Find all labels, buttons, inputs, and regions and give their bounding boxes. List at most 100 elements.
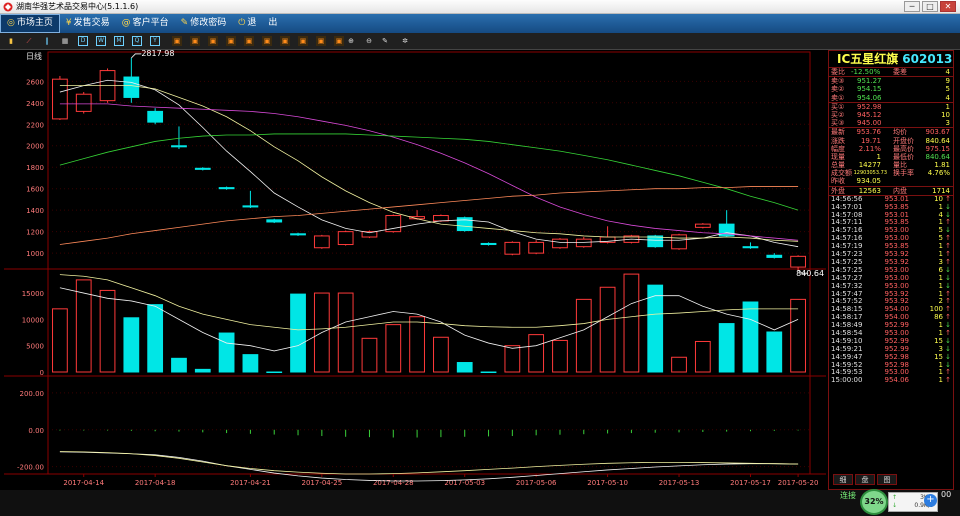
candle-icon[interactable]: ‖ <box>42 36 52 46</box>
quarter-period-icon[interactable]: Q <box>132 36 142 46</box>
ask-row: 卖③ 951.27 9 <box>829 77 953 85</box>
stat-value-2: 1.81 <box>934 161 950 170</box>
stat-value: 1 <box>876 152 881 161</box>
zoom-out-icon[interactable]: ⊖ <box>364 36 374 46</box>
bid-volume: 1 <box>945 102 950 111</box>
menu-bar: ◎ 市场主页 ¥ 发售交易 @ 客户平台 ✎ 修改密码 ⏻ 退出 <box>0 14 960 33</box>
candle-body <box>480 242 497 246</box>
settings-gear-icon[interactable]: ✲ <box>400 36 410 46</box>
menu-item-2[interactable]: @ 客户平台 <box>116 14 175 33</box>
macd-tick-label: 200.00 <box>20 390 45 398</box>
menu-item-1[interactable]: ¥ 发售交易 <box>60 14 116 33</box>
indicator-4-icon[interactable]: ▣ <box>226 36 236 46</box>
app-logo-icon <box>3 2 13 12</box>
candle-body <box>242 205 259 208</box>
stat-row: 涨跌 19.71 开盘价 840.64 <box>829 137 953 145</box>
candle-body <box>313 235 330 249</box>
tick-time: 15:00:00 <box>831 376 863 385</box>
volume-bar <box>266 371 283 373</box>
year-period-icon[interactable]: Y <box>150 36 160 46</box>
menu-item-0[interactable]: ◎ 市场主页 <box>0 14 60 33</box>
x-tick-label: 2017-05-10 <box>587 479 628 487</box>
stat-label-2: 最高价 <box>893 144 914 153</box>
stat-row: 最新 953.76 均价 903.67 <box>829 128 953 136</box>
vma-line-vma5 <box>59 287 799 352</box>
volume-bar <box>290 293 306 373</box>
bid-label: 买③ <box>831 119 845 128</box>
indicator-1-icon[interactable]: ▣ <box>172 36 182 46</box>
stat-label: 现量 <box>831 152 845 161</box>
grid-icon[interactable]: ▦ <box>60 36 70 46</box>
ask-row: 卖② 954.15 5 <box>829 85 953 93</box>
kline-chart[interactable]: 日线 2600 2400 2200 2000 1800 1600 1400 1200 1000 15… <box>4 50 826 490</box>
menu-item-label: 出 <box>268 18 278 28</box>
panel-tab-2[interactable]: 图 <box>877 474 897 485</box>
indicator-6-icon[interactable]: ▣ <box>262 36 272 46</box>
bar-chart-icon[interactable]: ▮ <box>6 36 16 46</box>
stat-row: 成交额 12903053.73 换手率 4.76% <box>829 169 953 177</box>
week-period-icon[interactable]: W <box>96 36 106 46</box>
indicator-5-icon[interactable]: ▣ <box>244 36 254 46</box>
price-tick-label: 1000 <box>26 250 44 258</box>
zoom-in-icon[interactable]: ⊕ <box>346 36 356 46</box>
price-tick-label: 2600 <box>26 78 44 86</box>
panel-tab-1[interactable]: 盘 <box>855 474 875 485</box>
plus-button[interactable]: + <box>924 494 937 507</box>
candle-body <box>218 187 235 190</box>
line-chart-icon[interactable]: ⟋ <box>24 36 34 46</box>
stat-value-2: 903.67 <box>925 128 951 137</box>
stock-name: IC五星红旗 <box>837 52 899 66</box>
candle-body <box>171 145 187 148</box>
maximize-button[interactable]: □ <box>922 1 938 12</box>
weibi-label: 委比 <box>831 68 845 76</box>
stock-header: IC五星红旗 602013 <box>829 51 953 68</box>
price-tick-label: 1400 <box>26 207 44 215</box>
stat-value: 14277 <box>858 161 881 170</box>
volume-bar <box>171 357 187 373</box>
ask-label: 卖③ <box>831 77 845 86</box>
month-period-icon[interactable]: M <box>114 36 124 46</box>
bid-row: 买① 952.98 1 <box>829 103 953 111</box>
panel-tab-0[interactable]: 细 <box>833 474 853 485</box>
menu-item-5[interactable]: 出 <box>262 14 283 33</box>
volume-tick-label: 0 <box>40 369 44 377</box>
draw-icon[interactable]: ✎ <box>380 36 390 46</box>
ask-volume: 5 <box>945 85 950 94</box>
volume-bar <box>528 334 545 373</box>
candle-body <box>575 238 592 248</box>
indicator-3-icon[interactable]: ▣ <box>208 36 218 46</box>
quote-panel: IC五星红旗 602013 委比 -12.50% 委差 4 卖③ 951.27 9 卖② 954.… <box>828 50 954 490</box>
day-period-icon[interactable]: D <box>78 36 88 46</box>
candle-body <box>552 238 568 249</box>
candle-body <box>790 255 806 268</box>
volume-bar <box>694 340 711 373</box>
stat-value-2: 840.64 <box>925 136 951 145</box>
stat-value-2: 840.64 <box>925 152 951 161</box>
menu-item-label: 退 <box>247 18 257 28</box>
ask-price: 954.06 <box>857 93 882 102</box>
indicator-2-icon[interactable]: ▣ <box>190 36 200 46</box>
volume-bar <box>242 354 259 373</box>
inner-label: 内盘 <box>893 186 907 195</box>
minimize-button[interactable]: ─ <box>904 1 920 12</box>
high-marker <box>130 53 142 59</box>
indicator-7-icon[interactable]: ▣ <box>280 36 290 46</box>
ask-label: 卖② <box>831 85 845 94</box>
menu-item-4[interactable]: ⏻ 退 <box>232 14 262 33</box>
indicator-9-icon[interactable]: ▣ <box>316 36 326 46</box>
candle-body <box>290 233 306 236</box>
volume-bar <box>480 371 497 373</box>
candle-body <box>694 223 711 228</box>
cpu-badge[interactable]: 32% <box>860 489 888 515</box>
menu-item-3[interactable]: ✎ 修改密码 <box>175 14 233 33</box>
bid-row: 买③ 945.00 3 <box>829 119 953 127</box>
indicator-10-icon[interactable]: ▣ <box>334 36 344 46</box>
ask-row: 卖① 954.06 4 <box>829 94 953 102</box>
indicator-8-icon[interactable]: ▣ <box>298 36 308 46</box>
stat-label-2: 均价 <box>893 128 907 137</box>
volume-bar <box>647 284 664 373</box>
menu-item-label: 客户平台 <box>132 18 169 28</box>
stat-row: 昨收 934.05 <box>829 177 953 185</box>
close-button[interactable]: ✕ <box>940 1 956 12</box>
candle-body <box>766 254 783 258</box>
